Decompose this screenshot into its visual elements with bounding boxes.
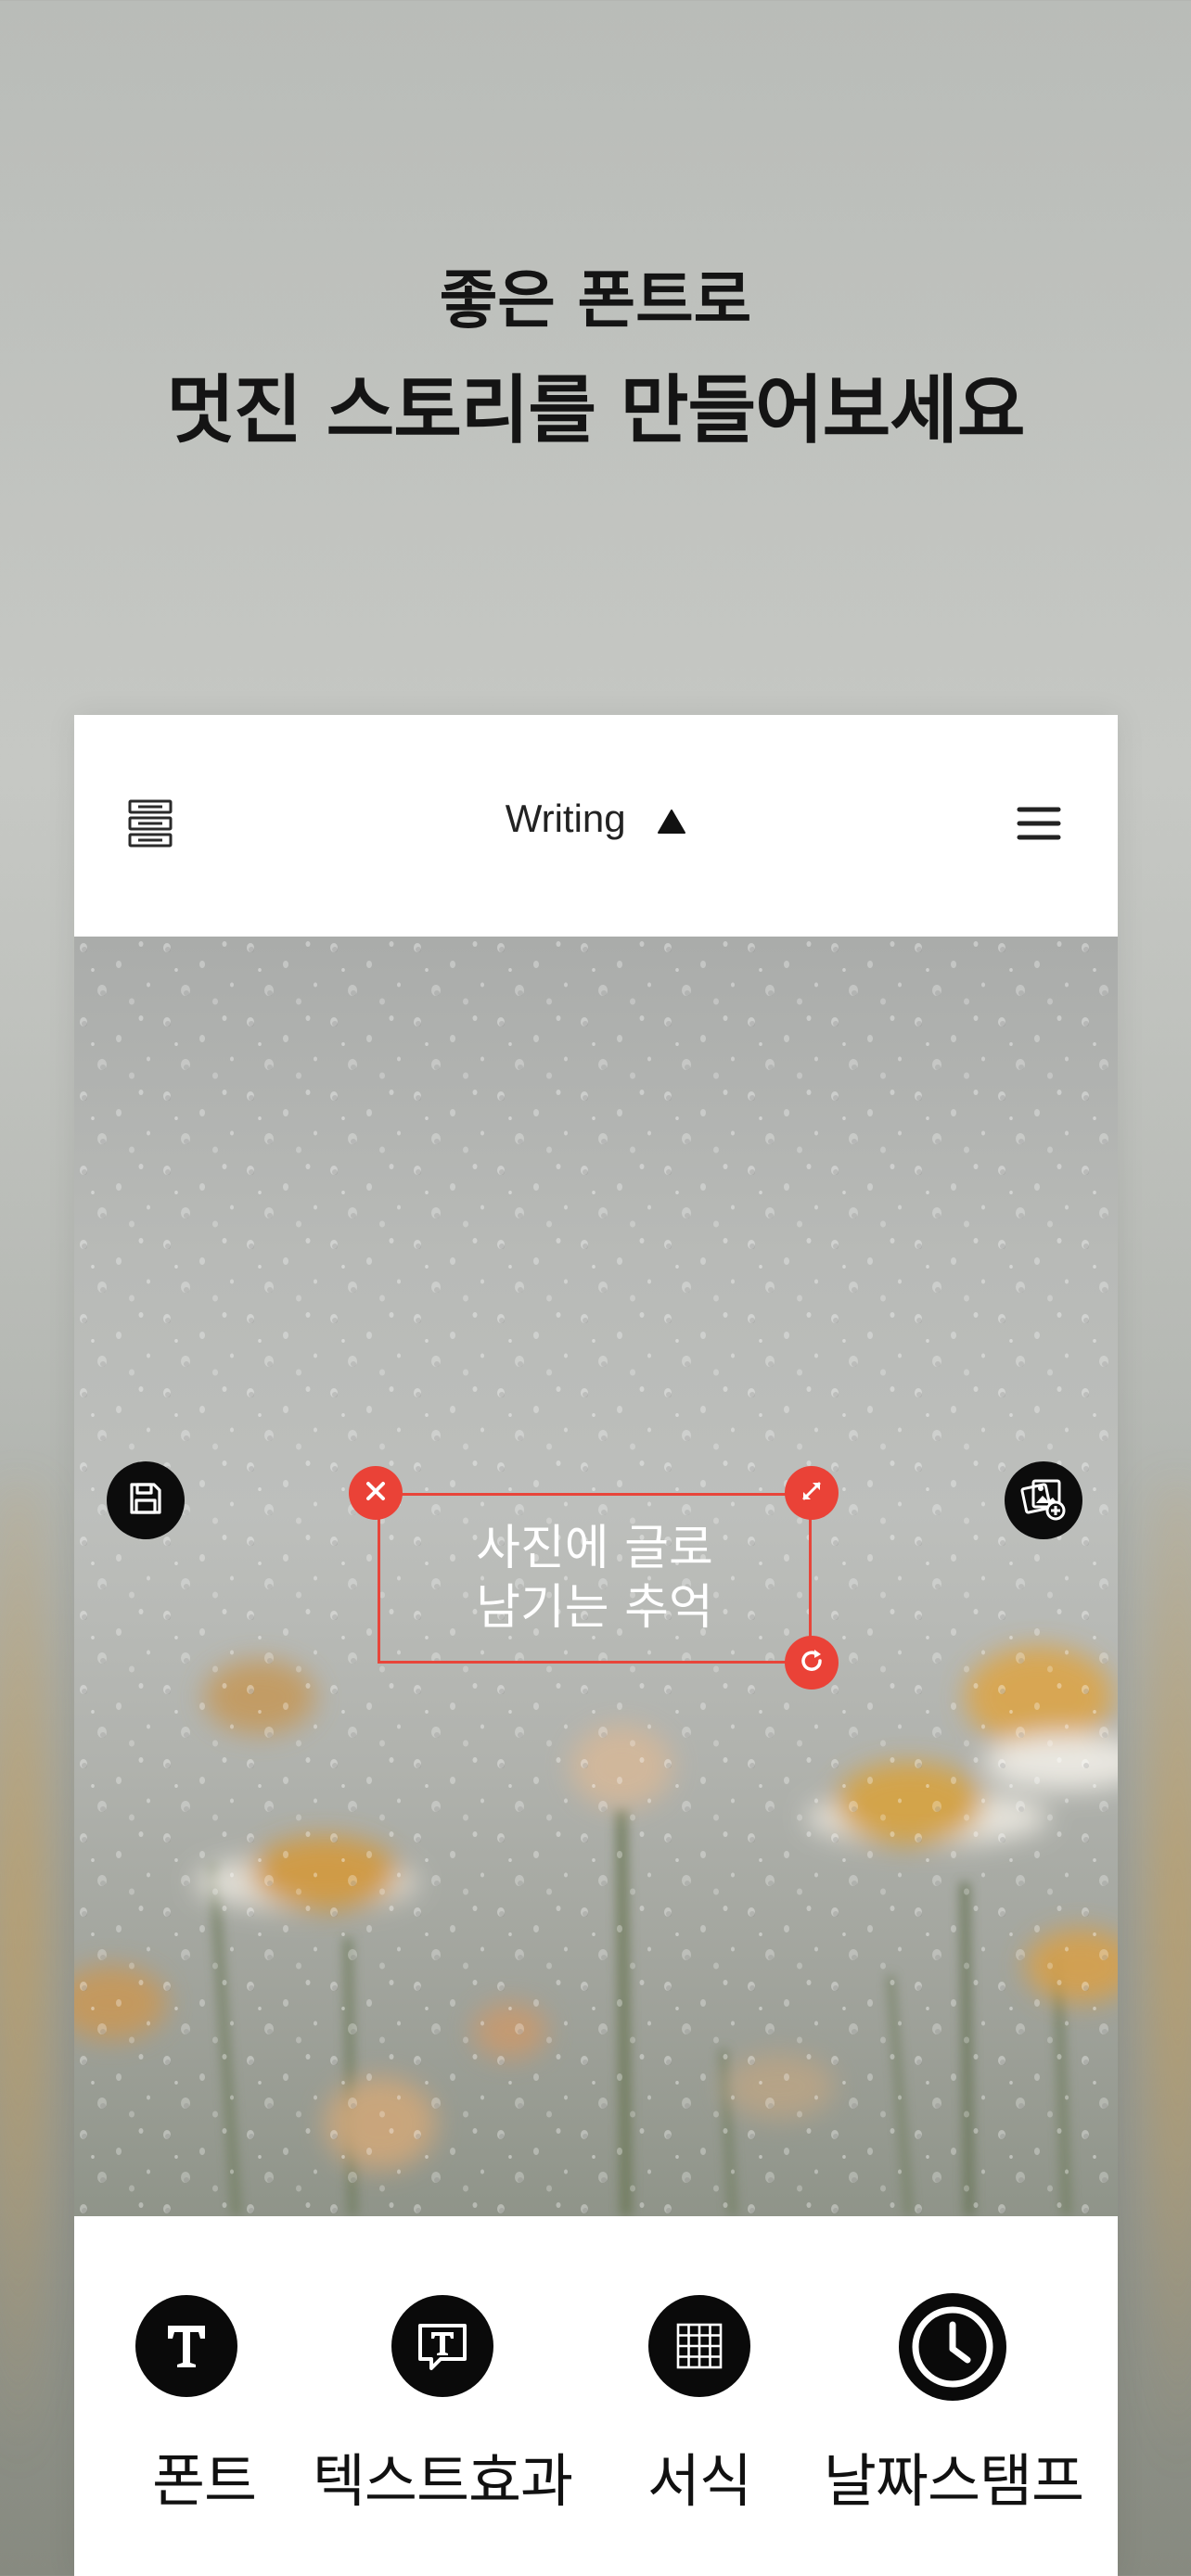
tool-font[interactable]: 폰트 <box>74 2216 335 2576</box>
grid-icon <box>648 2295 750 2397</box>
delete-text-handle[interactable] <box>349 1466 403 1520</box>
resize-icon <box>799 1478 825 1508</box>
background-blur-right <box>1122 1484 1191 2576</box>
font-t-icon <box>135 2295 237 2397</box>
clock-icon <box>899 2293 1006 2401</box>
phone-screen: Writing 사진에 글로 남기는 추억 폰트 텍스트효과 서식 날짜스탬프 <box>74 715 1118 2576</box>
overlay-text-line-1: 사진에 글로 <box>476 1521 713 1576</box>
save-icon <box>127 1480 164 1521</box>
resize-text-handle[interactable] <box>785 1466 839 1520</box>
app-header: Writing <box>74 715 1118 937</box>
add-photo-button[interactable] <box>1005 1461 1082 1539</box>
app-title[interactable]: Writing <box>74 797 1118 844</box>
close-icon <box>364 1479 388 1507</box>
tool-format[interactable]: 서식 <box>589 2216 850 2576</box>
background-blur-left <box>0 1484 74 2576</box>
rotate-icon <box>797 1646 826 1679</box>
tool-date-stamp-label: 날짜스탬프 <box>823 2447 1084 2515</box>
tool-date-stamp[interactable]: 날짜스탬프 <box>824 2216 1109 2576</box>
app-title-text: Writing <box>505 797 626 840</box>
save-button[interactable] <box>107 1461 185 1539</box>
bottom-toolbar: 폰트 텍스트효과 서식 날짜스탬프 <box>74 2216 1118 2576</box>
hamburger-menu-icon[interactable] <box>1017 805 1061 842</box>
add-photo-icon <box>1020 1475 1067 1525</box>
overlay-text-line-2: 남기는 추억 <box>476 1580 713 1636</box>
promo-line-2: 멋진 스토리를 만들어보세요 <box>166 367 1026 453</box>
text-overlay-box[interactable]: 사진에 글로 남기는 추억 <box>378 1493 812 1664</box>
rotate-text-handle[interactable] <box>785 1636 839 1690</box>
tool-text-effect[interactable]: 텍스트효과 <box>313 2216 595 2576</box>
promo-line-1: 좋은 폰트로 <box>439 264 752 338</box>
text-effect-icon <box>391 2295 493 2397</box>
triangle-up-icon <box>657 799 686 844</box>
